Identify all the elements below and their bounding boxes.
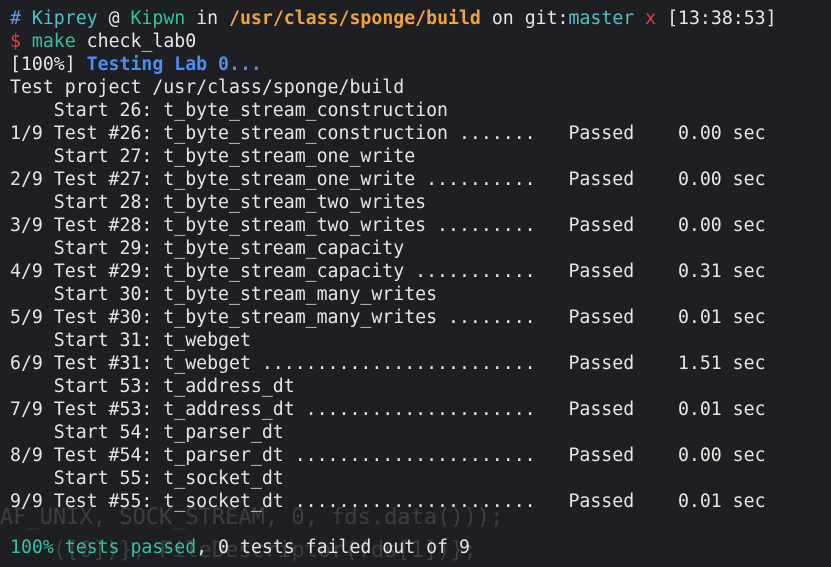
progress-label: Testing Lab 0... — [86, 54, 262, 75]
summary-passed: 100% tests passed — [10, 537, 197, 558]
test-result-line: 2/9 Test #27: t_byte_stream_one_write ..… — [10, 169, 766, 190]
prompt-time: [13:38:53] — [667, 8, 777, 29]
prompt-user: Kiprey — [31, 8, 98, 29]
prompt-dirty-mark: x — [645, 8, 657, 29]
command-line: $ make check_lab0 — [10, 30, 831, 53]
test-start-line: Start 29: t_byte_stream_capacity — [10, 238, 405, 259]
test-start-line: Start 30: t_byte_stream_many_writes — [10, 284, 438, 305]
prompt-dollar: $ — [10, 31, 21, 52]
prompt-path: /usr/class/sponge/build — [229, 8, 481, 29]
test-result-line: 1/9 Test #26: t_byte_stream_construction… — [10, 123, 766, 144]
test-result-line: 3/9 Test #28: t_byte_stream_two_writes .… — [10, 215, 766, 236]
test-result-line: 9/9 Test #55: t_socket_dt ..............… — [10, 491, 766, 512]
terminal-output: # Kiprey @ Kipwn in /usr/class/sponge/bu… — [10, 7, 831, 567]
prompt-at: @ — [108, 8, 120, 29]
prompt-hash: # — [10, 8, 21, 29]
test-start-line: Start 27: t_byte_stream_one_write — [10, 146, 416, 167]
shell-prompt: # Kiprey @ Kipwn in /usr/class/sponge/bu… — [10, 7, 831, 30]
prompt-host: Kipwn — [130, 8, 186, 29]
test-result-line: 6/9 Test #31: t_webget .................… — [10, 353, 766, 374]
test-start-line: Start 31: t_webget — [10, 330, 251, 351]
test-result-line: 8/9 Test #54: t_parser_dt ..............… — [10, 445, 766, 466]
progress-line: [100%] Testing Lab 0... — [10, 53, 831, 76]
summary-rest: , 0 tests failed out of 9 — [196, 537, 470, 558]
command-name: make — [31, 31, 76, 52]
progress-percent: [100%] — [10, 54, 76, 75]
test-start-line: Start 55: t_socket_dt — [10, 468, 284, 489]
test-start-line: Start 28: t_byte_stream_two_writes — [10, 192, 427, 213]
test-result-line: 4/9 Test #29: t_byte_stream_capacity ...… — [10, 261, 766, 282]
test-start-line: Start 54: t_parser_dt — [10, 422, 284, 443]
command-arg: check_lab0 — [86, 31, 197, 52]
prompt-in: in — [196, 8, 219, 29]
prompt-on: on — [491, 8, 514, 29]
prompt-branch: master — [568, 8, 635, 29]
test-start-line: Start 53: t_address_dt — [10, 376, 295, 397]
test-result-line: 7/9 Test #53: t_address_dt .............… — [10, 399, 766, 420]
test-project-line: Test project /usr/class/sponge/build — [10, 77, 405, 98]
test-start-line: Start 26: t_byte_stream_construction — [10, 100, 448, 121]
prompt-git-label: git: — [524, 8, 569, 29]
summary-line: 100% tests passed, 0 tests failed out of… — [10, 536, 831, 559]
test-result-line: 5/9 Test #30: t_byte_stream_many_writes … — [10, 307, 766, 328]
